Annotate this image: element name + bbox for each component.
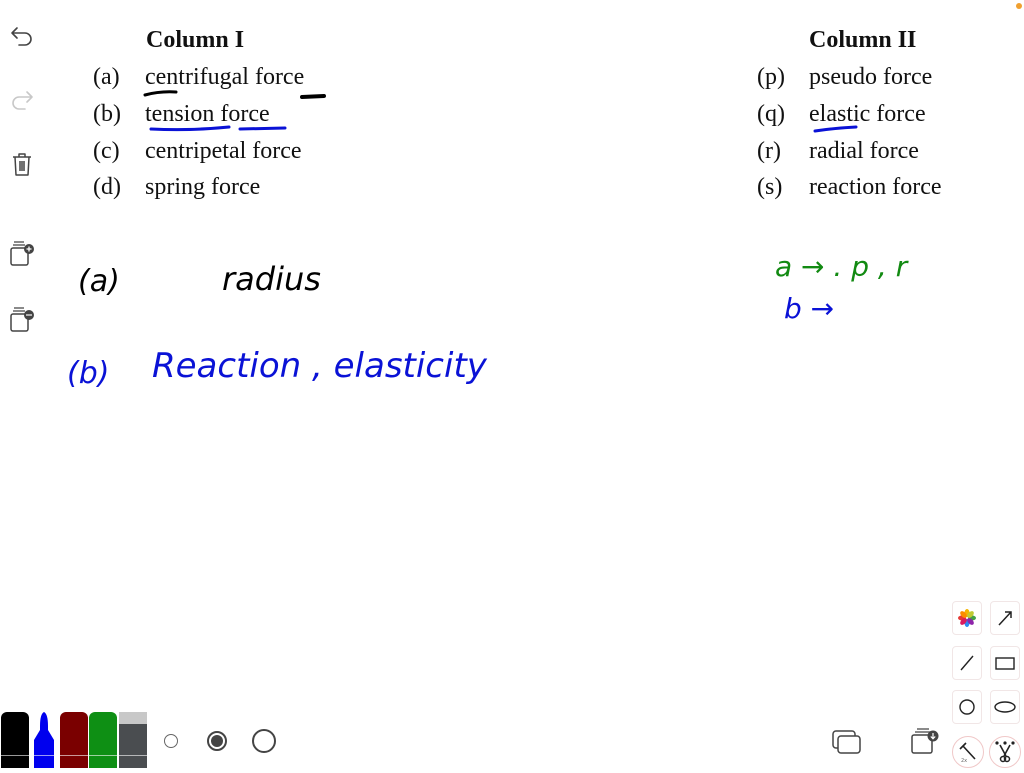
handwritten-label-b: (b) [67, 356, 110, 391]
photos-icon [958, 609, 976, 627]
marker-gray[interactable] [119, 712, 147, 768]
marker-black[interactable] [1, 712, 29, 768]
ink-underline-tension [149, 125, 231, 132]
marker-dark-red[interactable] [60, 712, 88, 768]
size-medium-selected[interactable] [207, 731, 227, 751]
ink-underline-centrifugal [143, 90, 178, 97]
size-small[interactable] [164, 734, 178, 748]
ellipse-tool-button[interactable] [990, 690, 1020, 724]
ellipse-icon [994, 701, 1016, 713]
circle-tool-button[interactable] [952, 690, 982, 724]
laser-pointer-icon: 2x [959, 742, 976, 763]
rectangle-tool-button[interactable] [990, 646, 1020, 680]
laser-pointer-button[interactable]: 2x [952, 736, 984, 768]
marker-divider [0, 755, 148, 756]
marker-blue[interactable] [30, 712, 58, 768]
cut-tool-button[interactable] [989, 736, 1021, 768]
download-page-button[interactable] [908, 726, 940, 756]
blue-marker-icon [34, 712, 54, 768]
circle-icon [959, 699, 975, 715]
handwritten-answer-b: b → [784, 292, 835, 325]
handwritten-text-reaction-elasticity: Reaction , elasticity [152, 346, 487, 386]
arrow-tool-button[interactable] [990, 601, 1020, 635]
marker-green[interactable] [89, 712, 117, 768]
duplicate-page-button[interactable] [830, 728, 864, 756]
handwritten-answer-a: a → . p , r [775, 250, 908, 283]
duplicate-page-icon [832, 730, 861, 754]
photos-button[interactable] [952, 601, 982, 635]
line-icon [960, 655, 974, 671]
download-page-icon [911, 728, 939, 754]
svg-text:2x: 2x [961, 758, 967, 763]
rectangle-icon [995, 657, 1015, 670]
ink-underline-force-b [238, 126, 287, 131]
handwritten-text-radius: radius [222, 260, 321, 298]
handwritten-label-a: (a) [78, 264, 120, 299]
scissors-icon [995, 741, 1015, 763]
size-large[interactable] [252, 729, 276, 753]
ink-underline-elastic [813, 125, 858, 133]
ink-underline-force-a [300, 94, 326, 99]
arrow-icon [998, 611, 1012, 626]
line-tool-button[interactable] [952, 646, 982, 680]
